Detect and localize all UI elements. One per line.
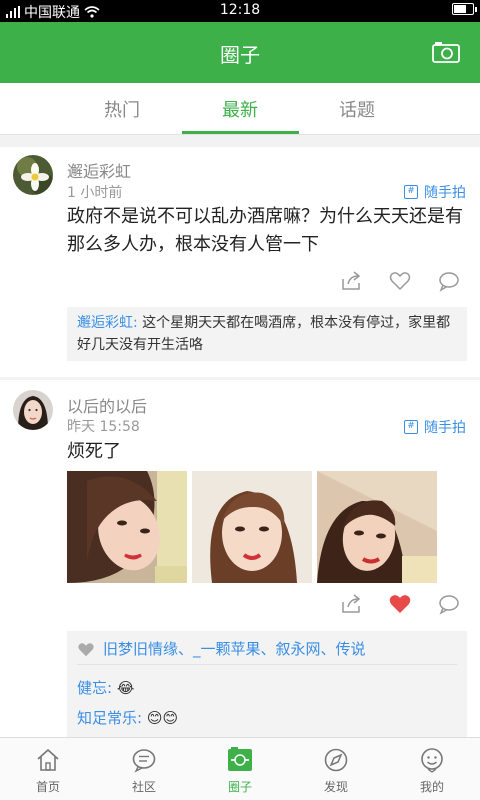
discover-icon: [324, 748, 348, 772]
nav-home-label: 首页: [35, 780, 60, 794]
comment-list: 健忘: 😂 知足常乐: 😊😊: [77, 665, 457, 733]
battery-level: [454, 5, 466, 13]
comment-item: 知足常乐: 😊😊: [77, 703, 457, 733]
photo-thumbnail[interactable]: [67, 471, 187, 583]
post-username[interactable]: 邂逅彩虹: [67, 158, 131, 182]
comment-box: 旧梦旧情缘、_一颗苹果、叙永网、传说 健忘: 😂 知足常乐: 😊😊: [67, 631, 467, 738]
comment-item: 邂逅彩虹: 这个星期天天都在喝酒席，根本没有停过，家里都好几天没有开生活咯: [77, 312, 457, 356]
nav-community[interactable]: 社区: [96, 738, 192, 800]
heart-icon: [78, 643, 94, 657]
tab-bar: 热门 最新 话题: [0, 83, 480, 135]
nav-circle[interactable]: 圈子: [192, 738, 288, 800]
post-source-tag[interactable]: # 随手拍: [404, 417, 466, 437]
circle-icon: [228, 747, 252, 771]
share-icon[interactable]: [340, 593, 362, 615]
post-source-label: 随手拍: [424, 185, 466, 201]
camera-icon[interactable]: [432, 41, 460, 63]
comment-text: 😂: [112, 679, 135, 697]
commenter-name[interactable]: 知足常乐:: [77, 709, 142, 727]
comment-icon[interactable]: [438, 270, 460, 292]
active-tab-indicator: [182, 131, 299, 134]
post-content: 烦死了: [67, 441, 121, 462]
nav-community-label: 社区: [131, 780, 156, 794]
post-card[interactable]: 以后的以后 昨天 15:58 # 随手拍 烦死了 旧梦旧情缘、_一颗苹果、叙永网…: [0, 380, 480, 740]
post-source-tag[interactable]: # 随手拍: [404, 182, 466, 202]
nav-profile-label: 我的: [419, 780, 444, 794]
tab-latest[interactable]: 最新: [180, 96, 300, 122]
comment-box: 邂逅彩虹: 这个星期天天都在喝酒席，根本没有停过，家里都好几天没有开生活咯: [67, 307, 467, 361]
avatar[interactable]: [13, 155, 53, 195]
post-source-label: 随手拍: [424, 420, 466, 436]
nav-circle-label: 圈子: [227, 780, 252, 794]
app-header: 圈子: [0, 22, 480, 83]
like-icon[interactable]: [389, 270, 411, 292]
status-bar: 中国联通 12:18: [0, 0, 480, 22]
post-time: 1 小时前: [67, 185, 123, 201]
comment-item: 健忘: 😂: [77, 673, 457, 703]
home-icon: [37, 748, 59, 771]
nav-home[interactable]: 首页: [0, 738, 96, 800]
post-username[interactable]: 以后的以后: [67, 393, 147, 417]
page-title: 圈子: [220, 43, 260, 67]
photo-gallery: [67, 471, 437, 583]
battery-icon: [452, 3, 477, 15]
status-time: 12:18: [219, 2, 261, 18]
tag-icon: #: [404, 420, 418, 434]
share-icon[interactable]: [340, 270, 362, 292]
post-card[interactable]: 邂逅彩虹 1 小时前 # 随手拍 政府不是说不可以乱办酒席嘛？为什么天天还是有那…: [0, 147, 480, 377]
post-content: 政府不是说不可以乱办酒席嘛？为什么天天还是有那么多人办，根本没有人管一下: [67, 206, 463, 255]
post-time: 昨天 15:58: [67, 419, 140, 435]
comment-text: 😊😊: [142, 709, 179, 727]
post-actions: [340, 593, 460, 615]
community-icon: [132, 749, 156, 773]
likes-row: 旧梦旧情缘、_一颗苹果、叙永网、传说: [77, 634, 457, 665]
commenter-name[interactable]: 邂逅彩虹:: [77, 315, 138, 331]
nav-profile[interactable]: 我的: [384, 738, 480, 800]
avatar[interactable]: [13, 390, 53, 430]
nav-discover-label: 发现: [323, 780, 348, 794]
photo-thumbnail[interactable]: [317, 471, 437, 583]
photo-thumbnail[interactable]: [192, 471, 312, 583]
commenter-name[interactable]: 健忘:: [77, 679, 112, 697]
bottom-nav: 首页 社区 圈子 发现 我的: [0, 737, 480, 800]
post-actions: [340, 270, 460, 292]
tag-icon: #: [404, 185, 418, 199]
nav-discover[interactable]: 发现: [288, 738, 384, 800]
tab-hot[interactable]: 热门: [62, 96, 182, 122]
profile-icon: [421, 748, 443, 773]
comment-icon[interactable]: [438, 593, 460, 615]
liked-heart-icon[interactable]: [389, 593, 411, 615]
tab-topics[interactable]: 话题: [297, 96, 417, 122]
likes-list[interactable]: 旧梦旧情缘、_一颗苹果、叙永网、传说: [103, 638, 366, 660]
